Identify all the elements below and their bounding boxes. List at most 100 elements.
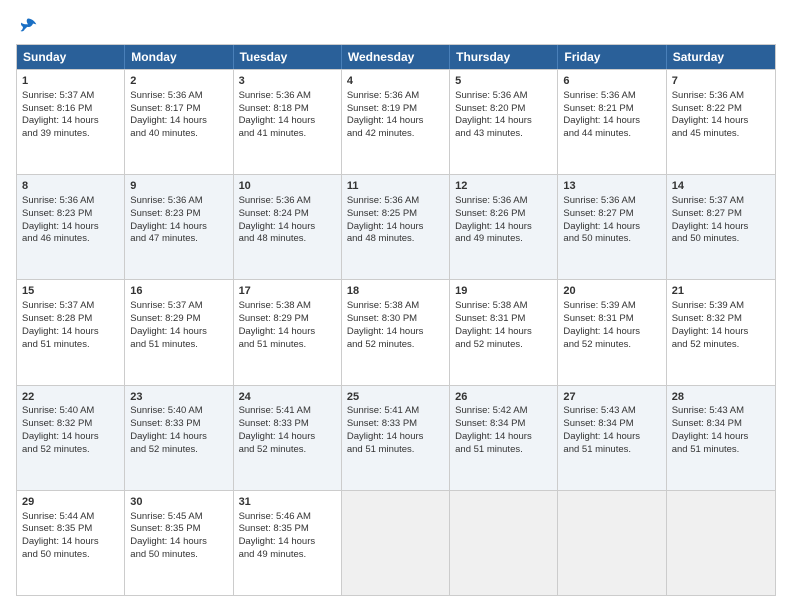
day-info-line: Daylight: 14 hours [455, 115, 552, 128]
day-info-line: and 50 minutes. [22, 549, 119, 562]
calendar-row-3: 15Sunrise: 5:37 AMSunset: 8:28 PMDayligh… [17, 279, 775, 384]
day-info-line: and 51 minutes. [22, 339, 119, 352]
calendar-cell-day-13: 13Sunrise: 5:36 AMSunset: 8:27 PMDayligh… [558, 175, 666, 279]
day-info-line: Daylight: 14 hours [672, 326, 770, 339]
day-info-line: Sunrise: 5:45 AM [130, 511, 227, 524]
day-info-line: Sunrise: 5:42 AM [455, 405, 552, 418]
calendar-cell-empty [558, 491, 666, 595]
day-info-line: Sunrise: 5:43 AM [563, 405, 660, 418]
day-info-line: and 48 minutes. [239, 233, 336, 246]
day-number: 30 [130, 495, 227, 510]
day-number: 10 [239, 179, 336, 194]
calendar-cell-day-24: 24Sunrise: 5:41 AMSunset: 8:33 PMDayligh… [234, 386, 342, 490]
calendar-row-1: 1Sunrise: 5:37 AMSunset: 8:16 PMDaylight… [17, 69, 775, 174]
calendar-cell-empty [450, 491, 558, 595]
day-info-line: and 48 minutes. [347, 233, 444, 246]
day-info-line: Sunset: 8:20 PM [455, 103, 552, 116]
calendar-cell-day-18: 18Sunrise: 5:38 AMSunset: 8:30 PMDayligh… [342, 280, 450, 384]
day-info-line: Sunset: 8:26 PM [455, 208, 552, 221]
day-number: 28 [672, 390, 770, 405]
day-info-line: Daylight: 14 hours [130, 221, 227, 234]
day-number: 3 [239, 74, 336, 89]
day-number: 11 [347, 179, 444, 194]
day-info-line: Daylight: 14 hours [672, 431, 770, 444]
day-info-line: Sunrise: 5:44 AM [22, 511, 119, 524]
day-info-line: Sunset: 8:33 PM [130, 418, 227, 431]
day-info-line: Sunrise: 5:40 AM [22, 405, 119, 418]
day-info-line: and 52 minutes. [239, 444, 336, 457]
day-number: 17 [239, 284, 336, 299]
day-info-line: Sunrise: 5:38 AM [347, 300, 444, 313]
calendar-cell-day-1: 1Sunrise: 5:37 AMSunset: 8:16 PMDaylight… [17, 70, 125, 174]
day-info-line: Daylight: 14 hours [455, 326, 552, 339]
page: SundayMondayTuesdayWednesdayThursdayFrid… [0, 0, 792, 612]
day-info-line: Daylight: 14 hours [22, 431, 119, 444]
day-info-line: Sunrise: 5:37 AM [22, 90, 119, 103]
day-info-line: Sunrise: 5:36 AM [455, 90, 552, 103]
day-info-line: and 47 minutes. [130, 233, 227, 246]
day-info-line: Daylight: 14 hours [130, 536, 227, 549]
day-info-line: Sunset: 8:28 PM [22, 313, 119, 326]
day-number: 21 [672, 284, 770, 299]
day-info-line: and 50 minutes. [563, 233, 660, 246]
day-info-line: Sunset: 8:27 PM [563, 208, 660, 221]
day-number: 4 [347, 74, 444, 89]
weekday-header-monday: Monday [125, 45, 233, 69]
day-info-line: Daylight: 14 hours [22, 536, 119, 549]
day-info-line: Daylight: 14 hours [455, 221, 552, 234]
calendar-cell-day-26: 26Sunrise: 5:42 AMSunset: 8:34 PMDayligh… [450, 386, 558, 490]
calendar-cell-day-15: 15Sunrise: 5:37 AMSunset: 8:28 PMDayligh… [17, 280, 125, 384]
day-info-line: Sunrise: 5:46 AM [239, 511, 336, 524]
logo [16, 16, 38, 36]
day-info-line: and 44 minutes. [563, 128, 660, 141]
calendar-cell-day-5: 5Sunrise: 5:36 AMSunset: 8:20 PMDaylight… [450, 70, 558, 174]
day-info-line: Sunrise: 5:38 AM [239, 300, 336, 313]
calendar-cell-day-4: 4Sunrise: 5:36 AMSunset: 8:19 PMDaylight… [342, 70, 450, 174]
day-info-line: Sunset: 8:32 PM [22, 418, 119, 431]
day-info-line: and 51 minutes. [563, 444, 660, 457]
day-info-line: Daylight: 14 hours [563, 221, 660, 234]
day-info-line: Sunset: 8:23 PM [22, 208, 119, 221]
day-info-line: Sunset: 8:24 PM [239, 208, 336, 221]
day-info-line: Sunrise: 5:36 AM [672, 90, 770, 103]
day-info-line: Sunrise: 5:36 AM [130, 195, 227, 208]
weekday-header-friday: Friday [558, 45, 666, 69]
day-info-line: and 52 minutes. [347, 339, 444, 352]
day-info-line: Sunset: 8:23 PM [130, 208, 227, 221]
day-info-line: Sunset: 8:27 PM [672, 208, 770, 221]
day-number: 29 [22, 495, 119, 510]
day-info-line: Sunset: 8:17 PM [130, 103, 227, 116]
day-info-line: Sunset: 8:35 PM [130, 523, 227, 536]
day-info-line: and 51 minutes. [239, 339, 336, 352]
day-info-line: Sunrise: 5:38 AM [455, 300, 552, 313]
day-number: 8 [22, 179, 119, 194]
day-info-line: and 39 minutes. [22, 128, 119, 141]
day-info-line: Sunrise: 5:39 AM [563, 300, 660, 313]
calendar-cell-day-16: 16Sunrise: 5:37 AMSunset: 8:29 PMDayligh… [125, 280, 233, 384]
day-info-line: and 46 minutes. [22, 233, 119, 246]
weekday-header-wednesday: Wednesday [342, 45, 450, 69]
day-info-line: Daylight: 14 hours [239, 115, 336, 128]
day-info-line: Daylight: 14 hours [347, 431, 444, 444]
day-number: 2 [130, 74, 227, 89]
weekday-header-saturday: Saturday [667, 45, 775, 69]
day-number: 19 [455, 284, 552, 299]
day-info-line: Sunrise: 5:36 AM [563, 90, 660, 103]
day-info-line: Sunrise: 5:36 AM [239, 195, 336, 208]
day-number: 7 [672, 74, 770, 89]
day-info-line: Sunrise: 5:36 AM [347, 90, 444, 103]
day-info-line: Daylight: 14 hours [347, 115, 444, 128]
day-info-line: and 42 minutes. [347, 128, 444, 141]
day-info-line: Daylight: 14 hours [563, 431, 660, 444]
day-info-line: Sunset: 8:22 PM [672, 103, 770, 116]
day-info-line: Sunset: 8:31 PM [455, 313, 552, 326]
calendar-cell-day-6: 6Sunrise: 5:36 AMSunset: 8:21 PMDaylight… [558, 70, 666, 174]
day-number: 5 [455, 74, 552, 89]
day-info-line: Daylight: 14 hours [563, 115, 660, 128]
calendar-cell-day-29: 29Sunrise: 5:44 AMSunset: 8:35 PMDayligh… [17, 491, 125, 595]
day-info-line: Daylight: 14 hours [239, 431, 336, 444]
calendar-cell-day-9: 9Sunrise: 5:36 AMSunset: 8:23 PMDaylight… [125, 175, 233, 279]
day-info-line: Sunset: 8:29 PM [130, 313, 227, 326]
day-info-line: Daylight: 14 hours [130, 326, 227, 339]
day-info-line: and 49 minutes. [455, 233, 552, 246]
